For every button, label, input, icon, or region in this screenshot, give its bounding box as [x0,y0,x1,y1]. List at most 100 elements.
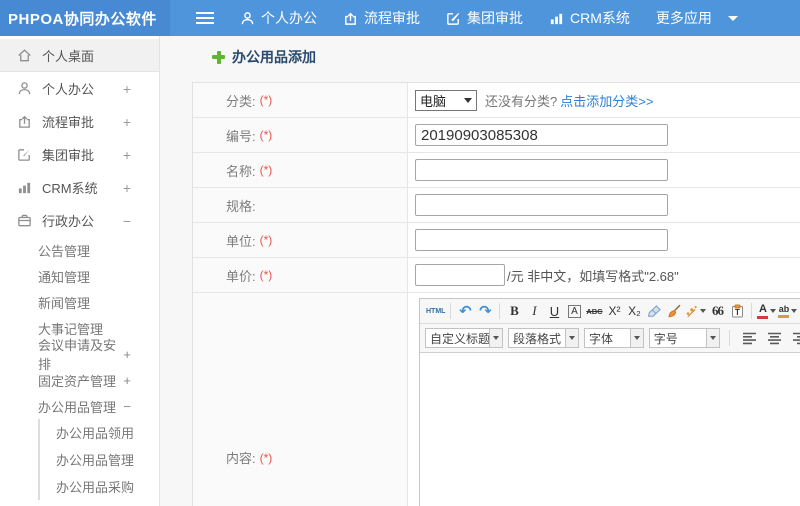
collapse-minus-icon[interactable]: − [123,399,131,414]
sidebar-item-group-approval[interactable]: 集团审批 + [0,138,159,171]
name-input[interactable] [415,159,668,181]
paragraph-format-select[interactable]: 段落格式 [508,328,580,348]
topnav-item-group-approval[interactable]: 集团审批 [446,8,523,28]
add-category-link[interactable]: 点击添加分类>> [560,91,653,110]
font-style-button[interactable]: A [564,304,584,318]
redo-icon[interactable]: ↷ [475,302,495,320]
italic-button[interactable]: I [524,303,544,319]
price-label: 单价: (*) [193,258,408,292]
home-icon [17,48,33,63]
category-select[interactable]: 电脑 [415,89,477,111]
blockquote-button[interactable]: 66 [707,303,727,319]
workflow-icon [343,11,358,26]
subscript-button[interactable]: X₂ [624,304,644,318]
align-left-icon[interactable] [739,332,759,345]
font-family-select[interactable]: 字体 [584,328,644,348]
topnav-item-crm[interactable]: CRM系统 [549,8,630,28]
paragraph-select-value: 段落格式 [513,331,562,346]
highlight-color-button[interactable]: ab [777,304,798,318]
topnav-item-more-apps[interactable]: 更多应用 [656,8,738,28]
heading-select-value: 自定义标题 [430,331,489,346]
format-painter-icon[interactable] [684,305,707,318]
sidebar-subitem-meeting-request[interactable]: 会议申请及安排 + [0,338,159,372]
required-marker: (*) [259,268,273,282]
sidebar-subitem-supplies-requisition[interactable]: 办公用品领用 [40,419,159,446]
spec-input[interactable] [415,194,668,216]
sidebar-subitem-label: 办公用品管理 [38,399,117,415]
heading-select[interactable]: 自定义标题 [425,328,503,348]
form-row-spec: 规格: [193,188,800,223]
sidebar-subitem-notice-mgmt[interactable]: 通知管理 [0,263,159,289]
toolbar-divider [450,303,452,319]
field-label: 单价: [226,268,256,284]
superscript-button[interactable]: X² [604,304,624,318]
sidebar-item-workflow-approval[interactable]: 流程审批 + [0,105,159,138]
sidebar-subitem-announcement-mgmt[interactable]: 公告管理 [0,237,159,263]
paste-text-icon[interactable]: T [727,304,747,318]
sidebar-subitem-news-mgmt[interactable]: 新闻管理 [0,289,159,315]
sidebar-subitem-label: 通知管理 [38,269,91,285]
sidebar-item-admin-office[interactable]: 行政办公 − [0,204,159,237]
sidebar-subitem-fixed-assets-mgmt[interactable]: 固定资产管理 + [0,367,159,393]
topnav-label: 流程审批 [364,10,420,26]
name-label: 名称: (*) [193,153,408,187]
sidebar-item-personal-desktop[interactable]: 个人桌面 [0,39,159,72]
price-input[interactable] [415,264,505,286]
page-title-text: 办公用品添加 [232,49,316,65]
hamburger-icon[interactable] [196,12,214,24]
form-row-name: 名称: (*) [193,153,800,188]
unit-input[interactable] [415,229,668,251]
bar-chart-icon [17,180,33,195]
font-color-swatch [757,315,769,319]
topbar: PHPOA协同办公软件 个人办公 流程审批 集团审批 CRM系统 更多应用 [0,0,800,36]
required-marker: (*) [259,163,273,177]
content-label: 内容: (*) [193,293,408,506]
sidebar-subitem-label: 办公用品领用 [56,426,135,441]
sidebar-item-personal-office[interactable]: 个人办公 + [0,72,159,105]
toolbar-divider [729,330,730,346]
number-input[interactable] [415,124,668,146]
expand-plus-icon[interactable]: + [123,114,131,130]
align-center-icon[interactable] [764,332,784,345]
topnav-item-personal-office[interactable]: 个人办公 [240,8,317,28]
sidebar-item-crm[interactable]: CRM系统 + [0,171,159,204]
expand-plus-icon[interactable]: + [123,81,131,97]
font-select-value: 字体 [589,331,614,346]
sidebar-subitem-label: 会议申请及安排 [38,338,117,372]
bar-chart-icon [549,11,564,26]
font-size-select[interactable]: 字号 [648,328,720,348]
paste-letter-glyph: T [735,308,740,317]
caret-down-icon [700,309,707,313]
workflow-icon [17,114,33,129]
required-marker: (*) [259,93,273,107]
clean-brush-icon[interactable] [664,304,684,318]
html-source-button[interactable]: HTML [425,308,446,315]
strikethrough-button[interactable]: ABC [584,307,604,316]
topnav-label: CRM系统 [570,10,630,26]
sidebar-subitem-supplies-purchase[interactable]: 办公用品采购 [40,473,159,500]
bold-button[interactable]: B [504,303,524,319]
topnav-item-workflow-approval[interactable]: 流程审批 [343,8,420,28]
align-right-icon[interactable] [789,332,800,345]
collapse-minus-icon[interactable]: − [123,213,131,229]
field-label: 单位: [226,233,256,249]
expand-plus-icon[interactable]: + [123,147,131,163]
sidebar-subitem-supplies-management[interactable]: 办公用品管理 [40,446,159,473]
field-label: 名称: [226,163,256,179]
underline-button[interactable]: U [544,304,564,319]
editor-toolbar-row2: 自定义标题 段落格式 字体 字号 [420,324,800,353]
font-color-button[interactable]: A [756,303,777,319]
undo-icon[interactable]: ↶ [455,302,475,320]
sidebar-item-label: 集团审批 [42,148,95,163]
toolbar-divider [751,303,753,319]
required-marker: (*) [259,233,273,247]
expand-plus-icon[interactable]: + [123,373,131,388]
expand-plus-icon[interactable]: + [123,347,131,362]
required-marker: (*) [259,450,273,465]
eraser-icon[interactable] [644,304,664,318]
expand-plus-icon[interactable]: + [123,180,131,196]
number-label: 编号: (*) [193,118,408,152]
spec-label: 规格: [193,188,408,222]
sidebar-subitem-office-supplies-mgmt[interactable]: 办公用品管理 − [0,393,159,419]
editor-content-area[interactable] [420,353,800,506]
